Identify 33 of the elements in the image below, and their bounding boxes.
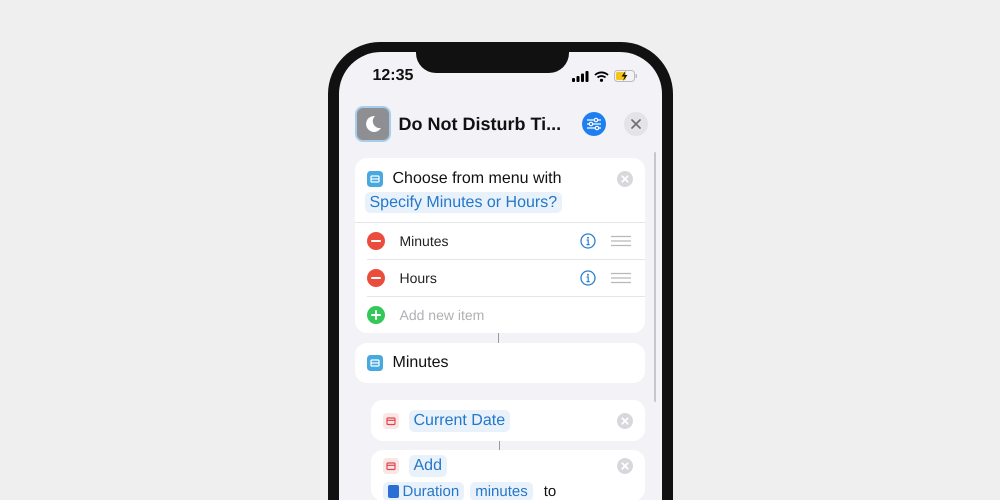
drag-handle-icon[interactable]: [610, 272, 630, 284]
remove-icon[interactable]: [366, 232, 384, 250]
settings-button[interactable]: [582, 112, 606, 136]
variable-icon: [388, 485, 398, 498]
parameter-token[interactable]: Add: [408, 455, 447, 477]
close-button[interactable]: [624, 112, 648, 136]
calendar-icon: [382, 458, 398, 474]
info-icon[interactable]: [580, 233, 596, 249]
status-time: 12:35: [372, 67, 414, 85]
action-text: to: [542, 482, 558, 500]
parameter-token[interactable]: minutes: [470, 482, 533, 500]
parameter-token[interactable]: Current Date: [408, 410, 510, 432]
prompt-token[interactable]: Specify Minutes or Hours?: [364, 192, 562, 213]
sliders-icon: [586, 117, 602, 131]
remove-icon[interactable]: [366, 269, 384, 287]
variable-token[interactable]: Duration: [382, 482, 464, 500]
add-item-placeholder[interactable]: Add new item: [400, 307, 630, 323]
menu-item-label[interactable]: Hours: [400, 270, 564, 286]
drag-handle-icon[interactable]: [610, 235, 630, 247]
app-icon[interactable]: [354, 106, 390, 142]
battery-charging-icon: [614, 70, 638, 82]
close-icon: [630, 119, 640, 129]
action-title: Choose from menu with: [392, 170, 562, 188]
case-title: Minutes: [392, 354, 450, 372]
signal-icon: [572, 70, 588, 82]
menu-icon: [366, 171, 382, 187]
menu-icon: [366, 355, 382, 371]
add-icon[interactable]: [366, 306, 384, 324]
menu-item-label[interactable]: Minutes: [400, 233, 564, 249]
info-icon[interactable]: [580, 270, 596, 286]
calendar-icon: [382, 412, 398, 428]
wifi-icon: [594, 70, 608, 82]
shortcut-title: Do Not Disturb Ti...: [398, 114, 562, 134]
